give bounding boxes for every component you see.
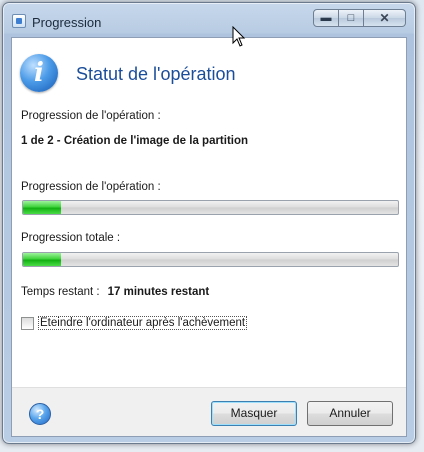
total-progress-bar xyxy=(22,252,399,267)
window-icon xyxy=(12,14,26,28)
dialog-footer: ? Masquer Annuler xyxy=(12,387,406,436)
page-title: Statut de l'opération xyxy=(76,64,236,84)
operation-progress-label: Progression de l'opération : xyxy=(21,181,161,193)
caption-buttons: ▬ □ ✕ xyxy=(313,9,406,28)
shutdown-option[interactable]: Eteindre l'ordinateur après l'achèvement xyxy=(21,316,248,330)
shutdown-checkbox-label[interactable]: Eteindre l'ordinateur après l'achèvement xyxy=(38,316,248,330)
time-remaining-value: 17 minutes restant xyxy=(107,286,210,298)
operation-label: Progression de l'opération : xyxy=(21,110,161,122)
close-button[interactable]: ✕ xyxy=(364,9,406,27)
current-step-text: 1 de 2 - Création de l'image de la parti… xyxy=(21,135,249,147)
time-remaining-label: Temps restant : xyxy=(21,286,100,298)
info-icon: i xyxy=(20,54,58,92)
minimize-icon: ▬ xyxy=(320,12,332,24)
operation-progress-fill xyxy=(23,201,61,214)
total-progress-fill xyxy=(23,253,61,266)
maximize-button[interactable]: □ xyxy=(339,9,364,27)
close-icon: ✕ xyxy=(379,11,390,25)
minimize-button[interactable]: ▬ xyxy=(313,9,339,27)
shutdown-checkbox[interactable] xyxy=(21,316,34,330)
operation-progress-bar xyxy=(22,200,399,215)
window-title: Progression xyxy=(32,15,102,30)
cancel-button[interactable]: Annuler xyxy=(307,401,393,426)
mouse-cursor-icon xyxy=(232,26,246,47)
help-icon[interactable]: ? xyxy=(29,403,51,425)
title-bar[interactable]: Progression ▬ □ ✕ xyxy=(3,3,415,39)
time-remaining-row: Temps restant : 17 minutes restant xyxy=(21,286,209,298)
maximize-icon: □ xyxy=(347,12,355,24)
total-progress-label: Progression totale : xyxy=(21,232,121,244)
dialog-content: i Statut de l'opération Progression de l… xyxy=(11,37,407,437)
hide-button[interactable]: Masquer xyxy=(211,401,297,426)
progress-dialog: Progression ▬ □ ✕ i Statut de l'opératio… xyxy=(2,2,416,444)
